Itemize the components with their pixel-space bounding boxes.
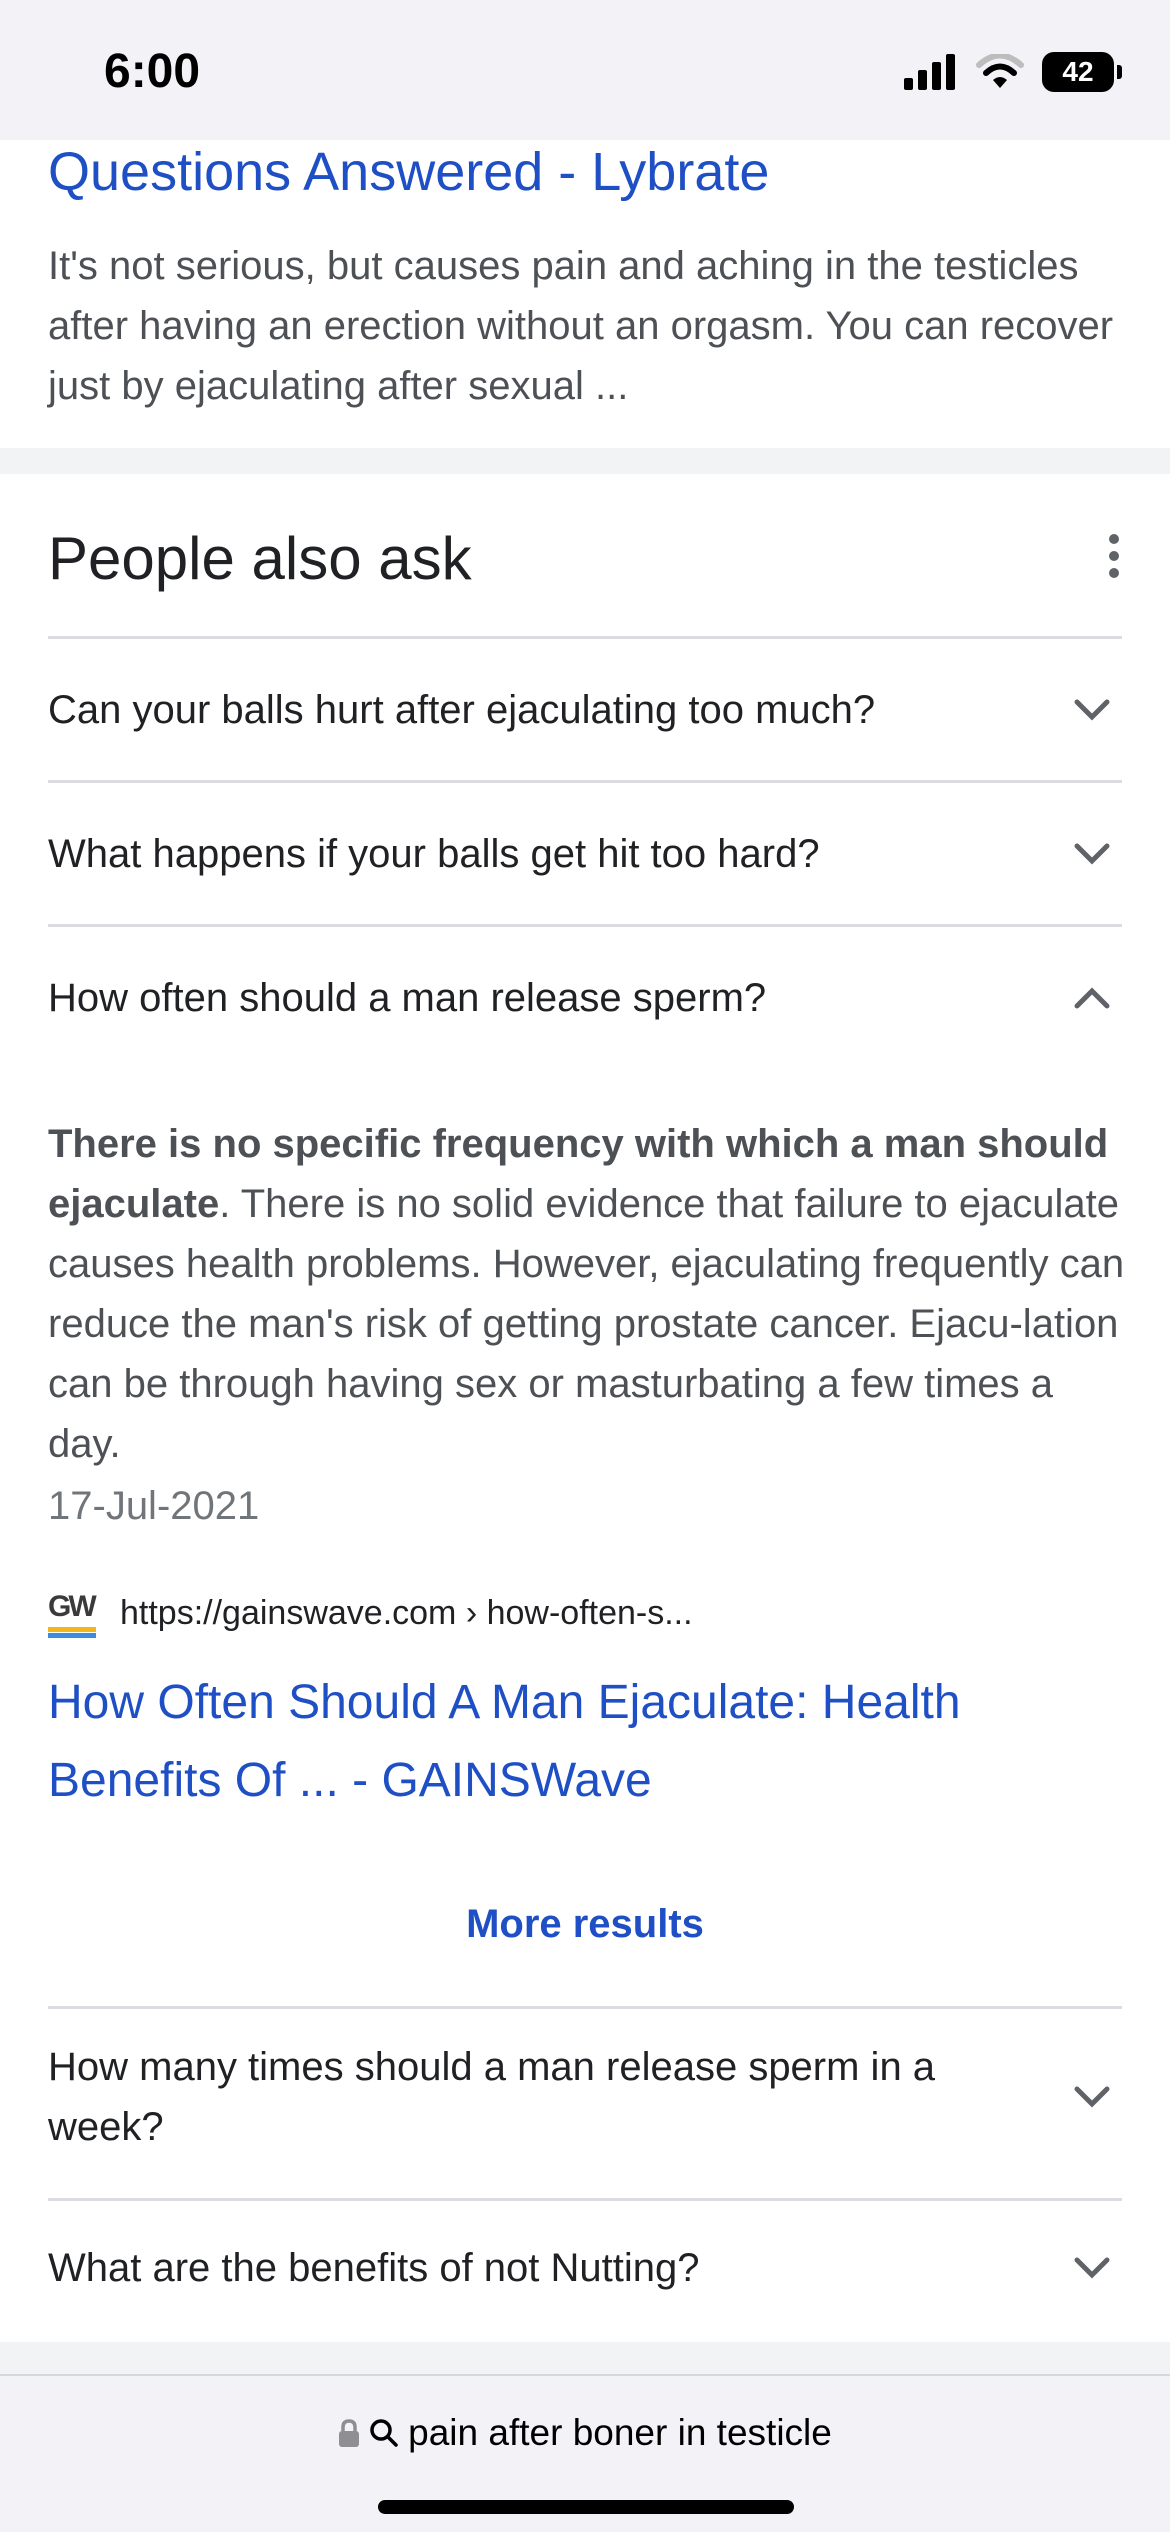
source-row[interactable]: GW https://gainswave.com › how-often-s..… [48, 1588, 693, 1638]
answer-text: There is no specific frequency with whic… [48, 1114, 1128, 1474]
more-results-button[interactable]: More results [0, 1902, 1170, 1947]
cellular-signal-icon [904, 54, 955, 90]
question-item[interactable]: How many times should a man release sper… [48, 2026, 1122, 2168]
question-text: How many times should a man release sper… [48, 2045, 936, 2149]
address-row[interactable]: pain after boner in testicle [0, 2412, 1170, 2454]
question-item[interactable]: Can your balls hurt after ejaculating to… [48, 656, 1122, 764]
result-snippet: It's not serious, but causes pain and ac… [48, 244, 1114, 408]
status-icons: 42 [904, 52, 1122, 92]
divider [48, 924, 1122, 927]
address-query: pain after boner in testicle [408, 2412, 832, 2453]
divider [48, 636, 1122, 639]
battery-level: 42 [1062, 56, 1094, 87]
answer-date: 17-Jul-2021 [48, 1484, 260, 1528]
chevron-up-icon [1062, 968, 1122, 1028]
question-text: What happens if your balls get hit too h… [48, 832, 820, 876]
source-title-link[interactable]: How Often Should A Man Ejaculate: Health… [48, 1664, 1108, 1820]
browser-address-bar[interactable]: pain after boner in testicle [0, 2374, 1170, 2532]
source-url: https://gainswave.com › how-often-s... [120, 1593, 693, 1632]
home-indicator[interactable] [378, 2500, 794, 2514]
more-options-icon[interactable] [1108, 534, 1120, 578]
gainswave-favicon-icon: GW [48, 1588, 98, 1638]
result-title-link[interactable]: Questions Answered - Lybrate [48, 140, 769, 204]
question-item-expanded[interactable]: How often should a man release sperm? [48, 944, 1122, 1052]
chevron-down-icon [1062, 2238, 1122, 2298]
chevron-down-icon [1062, 824, 1122, 884]
question-text: How often should a man release sperm? [48, 976, 767, 1020]
question-item[interactable]: What happens if your balls get hit too h… [48, 800, 1122, 908]
lock-icon [339, 2419, 360, 2447]
wifi-icon [976, 54, 1024, 88]
chevron-down-icon [1062, 2067, 1122, 2127]
search-icon [370, 2419, 398, 2447]
people-also-ask-heading: People also ask [48, 525, 472, 592]
chevron-down-icon [1062, 680, 1122, 740]
question-item[interactable]: What are the benefits of not Nutting? [48, 2218, 1122, 2318]
status-bar: 6:00 42 [0, 0, 1170, 140]
battery-icon: 42 [1042, 52, 1122, 92]
search-result-card: Questions Answered - Lybrate It's not se… [0, 140, 1170, 448]
people-also-ask-card: People also ask Can your balls hurt afte… [0, 474, 1170, 2342]
divider [48, 780, 1122, 783]
divider [48, 2198, 1122, 2201]
divider [48, 2006, 1122, 2009]
question-text: Can your balls hurt after ejaculating to… [48, 688, 876, 732]
status-time: 6:00 [104, 45, 201, 98]
question-text: What are the benefits of not Nutting? [48, 2246, 700, 2290]
